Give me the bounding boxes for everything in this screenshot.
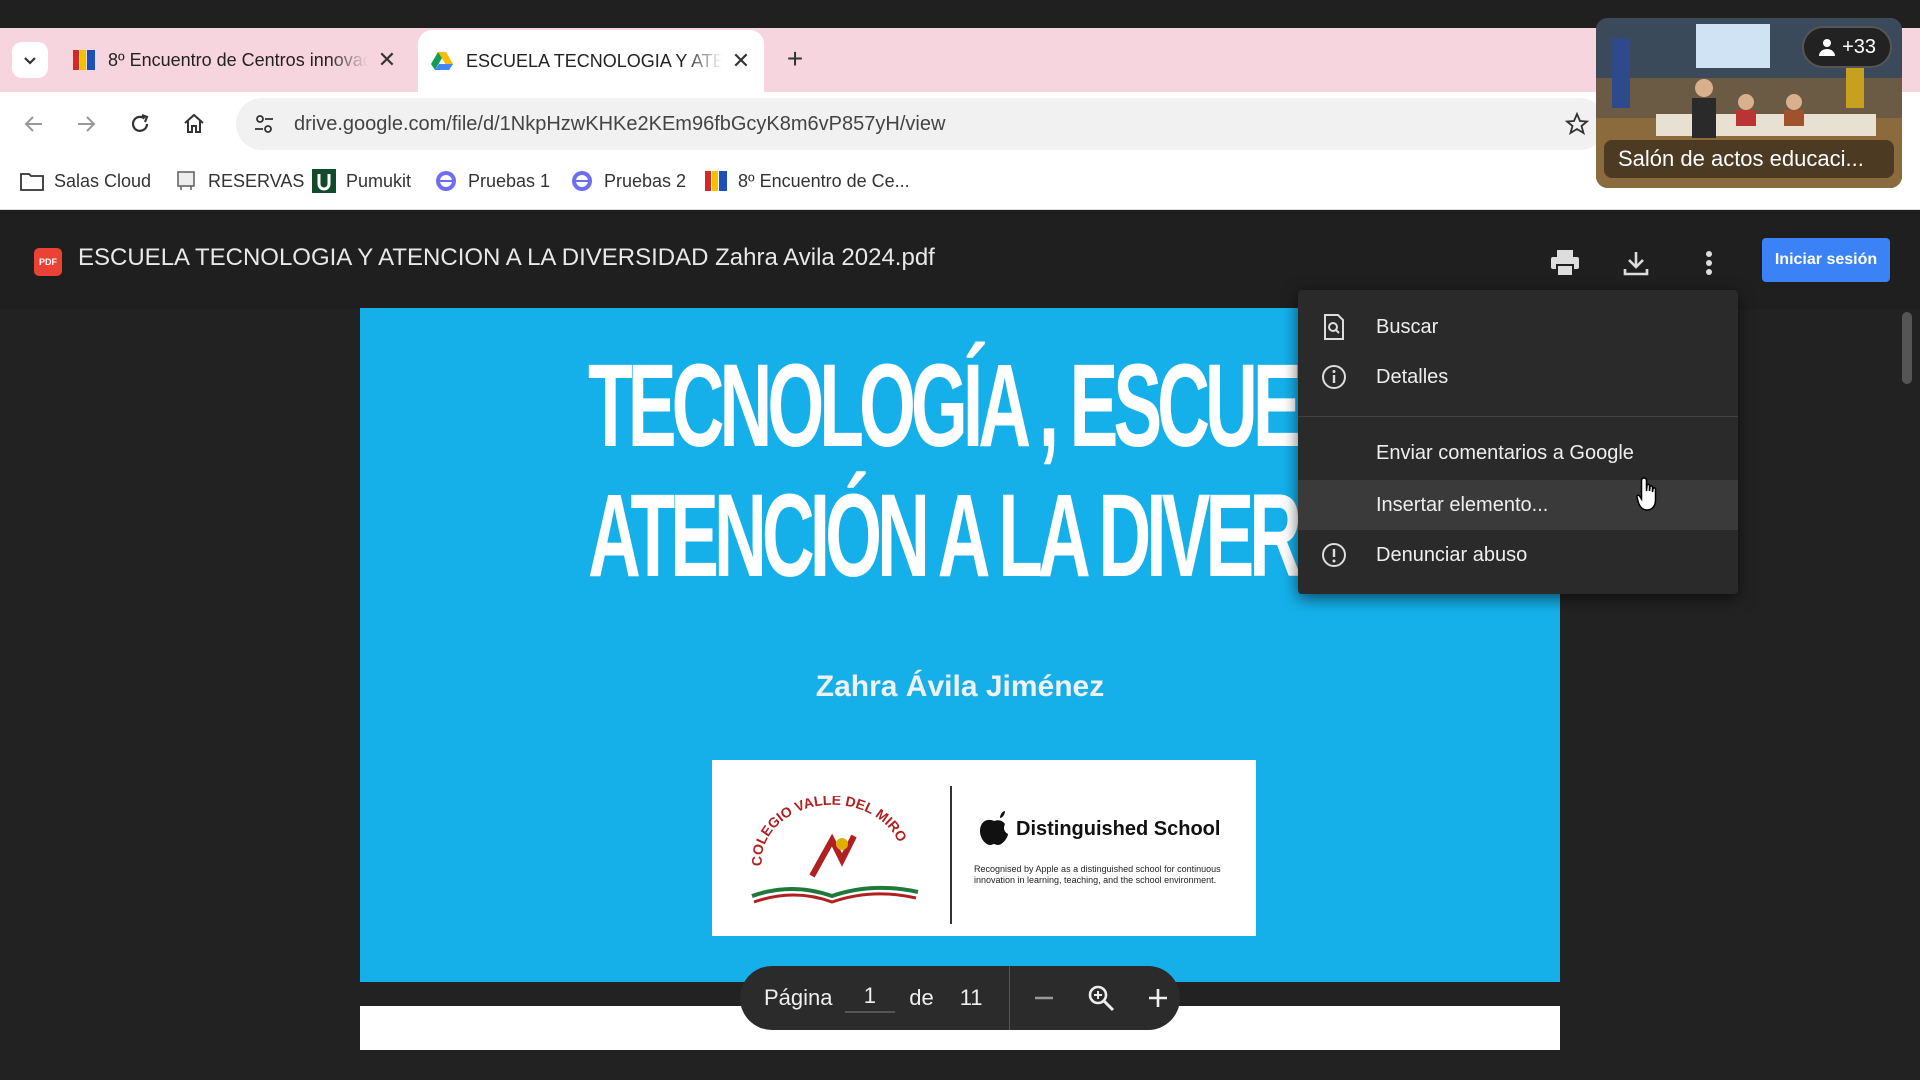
document-title: ESCUELA TECNOLOGIA Y ATENCION A LA DIVER… bbox=[78, 244, 935, 271]
menu-item-label: Buscar bbox=[1376, 315, 1439, 338]
video-call-tile[interactable]: +33 Salón de actos educaci... bbox=[1596, 18, 1902, 188]
bookmark-label: RESERVAS bbox=[208, 170, 305, 191]
site-info-button[interactable] bbox=[244, 104, 284, 144]
arrow-left-icon bbox=[24, 116, 42, 132]
reservas-icon bbox=[174, 169, 198, 193]
encuentro-icon bbox=[704, 169, 728, 193]
logos-panel: COLEGIO VALLE DEL MIRO Distinguished Sch… bbox=[712, 760, 1256, 936]
print-button[interactable] bbox=[1542, 240, 1588, 286]
more-vert-icon bbox=[1706, 251, 1712, 275]
bookmark-star-button[interactable] bbox=[1562, 109, 1592, 139]
forward-button[interactable] bbox=[66, 104, 106, 144]
bookmark-pumukit[interactable]: Pumukit bbox=[312, 166, 411, 196]
menu-item-label: Insertar elemento... bbox=[1376, 493, 1549, 516]
current-page-input[interactable]: 1 bbox=[844, 983, 896, 1013]
signin-button[interactable]: Iniciar sesión bbox=[1762, 238, 1890, 282]
menu-item-enviar-comentarios[interactable]: Enviar comentarios a Google bbox=[1298, 428, 1738, 478]
scrollbar-thumb[interactable] bbox=[1902, 312, 1912, 384]
bookmark-label: Pruebas 1 bbox=[468, 170, 551, 191]
print-icon bbox=[1551, 250, 1579, 277]
slide-author: Zahra Ávila Jiménez bbox=[815, 670, 1105, 703]
search-doc-icon bbox=[1320, 313, 1348, 341]
reload-icon bbox=[131, 113, 149, 132]
svg-text:COLEGIO VALLE DEL MIRO: COLEGIO VALLE DEL MIRO bbox=[749, 796, 911, 866]
download-button[interactable] bbox=[1613, 240, 1659, 286]
video-caption: Salón de actos educaci... bbox=[1604, 140, 1894, 178]
minus-icon bbox=[1034, 996, 1053, 1000]
home-button[interactable] bbox=[174, 104, 214, 144]
apple-badge-description: Recognised by Apple as a distinguished s… bbox=[974, 864, 1221, 885]
report-icon bbox=[1320, 541, 1348, 569]
bookmark-label: Salas Cloud bbox=[54, 170, 152, 191]
bookmark-pruebas-1[interactable]: Pruebas 1 bbox=[434, 166, 550, 196]
chevron-down-icon bbox=[24, 57, 36, 65]
menu-item-insertar-elemento[interactable]: Insertar elemento... bbox=[1298, 480, 1738, 530]
arrow-right-icon bbox=[78, 116, 96, 132]
menu-separator bbox=[1298, 416, 1738, 417]
apple-badge-title: Distinguished School bbox=[1016, 818, 1221, 840]
menu-item-buscar[interactable]: Buscar bbox=[1298, 302, 1738, 352]
bookmark-pruebas-2[interactable]: Pruebas 2 bbox=[570, 166, 686, 196]
logo-divider bbox=[950, 786, 952, 924]
menu-item-label: Enviar comentarios a Google bbox=[1376, 441, 1634, 464]
zoom-button[interactable] bbox=[1078, 975, 1123, 1021]
bookmark-label: 8º Encuentro de Ce... bbox=[738, 170, 910, 191]
page-label: Página bbox=[764, 985, 833, 1010]
close-icon[interactable]: ✕ bbox=[376, 49, 398, 71]
apple-logo-icon bbox=[980, 811, 1008, 845]
menu-item-detalles[interactable]: Detalles bbox=[1298, 352, 1738, 402]
menu-item-label: Detalles bbox=[1376, 365, 1449, 388]
url-text[interactable]: drive.google.com/file/d/1NkpHzwKHKe2KEm9… bbox=[294, 113, 945, 136]
zoom-out-button[interactable] bbox=[1022, 975, 1067, 1021]
bookmark-label: Pruebas 2 bbox=[604, 170, 687, 191]
hand-cursor-icon bbox=[1636, 477, 1657, 511]
pruebas-icon bbox=[434, 169, 458, 193]
tab-title: 8º Encuentro de Centros innovadores bbox=[108, 49, 368, 70]
address-bar[interactable]: drive.google.com/file/d/1NkpHzwKHKe2KEm9… bbox=[236, 98, 1606, 150]
pumukit-icon bbox=[312, 169, 336, 193]
reload-button[interactable] bbox=[120, 104, 160, 144]
new-tab-button[interactable]: + bbox=[780, 44, 810, 74]
pruebas-icon bbox=[570, 169, 594, 193]
info-icon bbox=[1320, 363, 1348, 391]
school-logo: COLEGIO VALLE DEL MIRO bbox=[749, 796, 919, 904]
tune-icon bbox=[255, 115, 273, 133]
more-options-button[interactable] bbox=[1686, 240, 1732, 286]
total-pages: 11 bbox=[959, 985, 983, 1010]
menu-item-label: Denunciar abuso bbox=[1376, 543, 1528, 566]
menu-item-denunciar-abuso[interactable]: Denunciar abuso bbox=[1298, 530, 1738, 580]
plus-icon bbox=[1148, 989, 1167, 1007]
encuentro-favicon-icon bbox=[73, 50, 95, 70]
tab-encuentro[interactable]: 8º Encuentro de Centros innovadores ✕ bbox=[60, 32, 410, 88]
tab-title: ESCUELA TECNOLOGIA Y ATENCION bbox=[466, 50, 722, 71]
slide-title-line-1: TECNOLOGÍA , ESCUELA bbox=[588, 340, 1389, 472]
zoom-in-button[interactable] bbox=[1135, 975, 1180, 1021]
tab-escuela[interactable]: ESCUELA TECNOLOGIA Y ATENCION ✕ bbox=[418, 30, 764, 92]
bookmark-label: Pumukit bbox=[346, 170, 412, 191]
zoom-icon bbox=[1088, 985, 1114, 1012]
bookmark-reservas[interactable]: RESERVAS bbox=[174, 166, 304, 196]
person-icon bbox=[1819, 39, 1836, 56]
of-label: de bbox=[909, 985, 934, 1010]
home-icon bbox=[184, 113, 204, 133]
folder-icon bbox=[20, 169, 44, 193]
bookmark-encuentro[interactable]: 8º Encuentro de Ce... bbox=[704, 166, 910, 196]
bookmark-salas-cloud[interactable]: Salas Cloud bbox=[20, 166, 151, 196]
participants-count: +33 bbox=[1842, 35, 1876, 58]
slide-title-line-2: ATENCIÓN A LA DIVERSIDAD bbox=[588, 470, 1505, 602]
participants-badge[interactable]: +33 bbox=[1802, 26, 1892, 68]
close-icon[interactable]: ✕ bbox=[730, 50, 752, 72]
more-options-menu: Buscar Detalles Enviar comentarios a Goo… bbox=[1298, 290, 1738, 594]
tab-search-button[interactable] bbox=[12, 42, 48, 78]
pager-divider bbox=[1008, 966, 1010, 1030]
pdf-file-icon: PDF bbox=[34, 248, 62, 276]
screen: 8º Encuentro de Centros innovadores ✕ ES… bbox=[0, 0, 1920, 1080]
google-drive-icon bbox=[431, 52, 453, 70]
star-icon bbox=[1565, 112, 1589, 135]
back-button[interactable] bbox=[14, 104, 54, 144]
page-controls: Página 1 de 11 bbox=[740, 966, 1180, 1030]
download-icon bbox=[1623, 252, 1649, 276]
